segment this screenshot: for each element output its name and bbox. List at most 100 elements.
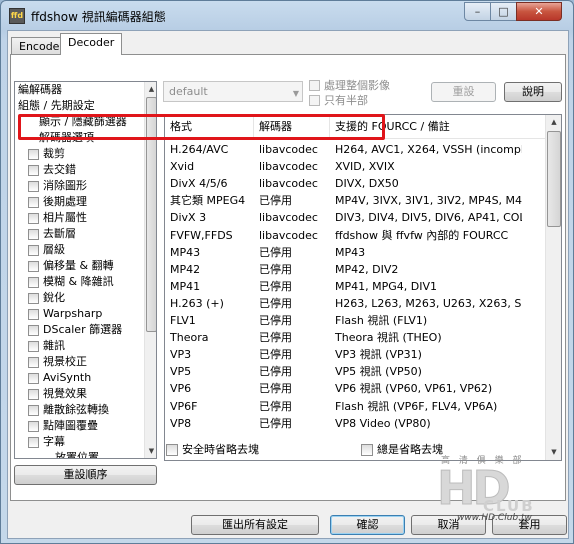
decoder-cell: 已停用 — [259, 365, 292, 379]
tree-item[interactable]: 放置位置 — [15, 450, 144, 458]
table-scroll-up-icon[interactable]: ▲ — [546, 115, 561, 129]
half-only-label: 只有半部 — [324, 94, 368, 107]
decoder-cell: 已停用 — [259, 348, 292, 362]
tree-item[interactable]: 模糊 & 降雜訊 — [15, 274, 144, 290]
decoder-cell: 已停用 — [259, 382, 292, 396]
table-row[interactable]: VP3 已停用 VP3 視訊 (VP31) — [165, 346, 545, 363]
tree-item[interactable]: DScaler 篩選器 — [15, 322, 144, 338]
fourcc-cell: MP42, DIV2 — [335, 262, 399, 276]
tree-item[interactable]: 離散餘弦轉換 — [15, 402, 144, 418]
maximize-button[interactable]: □ — [490, 2, 517, 21]
table-scrollbar[interactable]: ▲ ▼ — [545, 115, 561, 460]
fourcc-cell: VP8 Video (VP80) — [335, 416, 431, 430]
tree-item-checkbox[interactable] — [28, 277, 39, 288]
table-row[interactable]: MP41 已停用 MP41, MPG4, DIV1 — [165, 278, 545, 295]
format-cell: 其它類 MPEG4 — [170, 194, 246, 208]
table-row[interactable]: MP42 已停用 MP42, DIV2 — [165, 261, 545, 278]
decoder-cell: 已停用 — [259, 194, 292, 208]
tree-item[interactable]: 消除圖形 — [15, 178, 144, 194]
chevron-down-icon: ▼ — [292, 89, 299, 98]
tree-item[interactable]: 點陣圖覆疊 — [15, 418, 144, 434]
table-row[interactable]: VP6F 已停用 Flash 視訊 (VP6F, FLV4, VP6A) — [165, 398, 545, 415]
format-cell: FVFW,FFDS — [170, 228, 233, 242]
tree-item[interactable]: 去交錯 — [15, 162, 144, 178]
table-row[interactable]: H.264/AVC libavcodec H264, AVC1, X264, VSS… — [165, 141, 545, 158]
tree-item-checkbox[interactable] — [28, 357, 39, 368]
half-only-checkbox[interactable] — [309, 95, 320, 106]
table-row[interactable]: VP6 已停用 VP6 視訊 (VP60, VP61, VP62) — [165, 380, 545, 397]
scroll-up-icon[interactable]: ▲ — [145, 82, 156, 96]
tree-item[interactable]: Warpsharp — [15, 306, 144, 322]
tree-item-checkbox[interactable] — [28, 165, 39, 176]
tree-item[interactable]: 雜訊 — [15, 338, 144, 354]
fourcc-cell: XVID, XVIX — [335, 160, 395, 174]
close-button[interactable]: ✕ — [516, 2, 562, 21]
skip-deblock-safe-checkbox[interactable] — [166, 444, 178, 456]
table-row[interactable]: 其它類 MPEG4 已停用 MP4V, 3IVX, 3IV1, 3IV2, MP4S… — [165, 192, 545, 209]
process-whole-image-checkbox[interactable] — [309, 80, 320, 91]
always-skip-deblock-checkbox[interactable] — [361, 444, 373, 456]
table-row[interactable]: MP43 已停用 MP43 — [165, 244, 545, 261]
tab-decoder[interactable]: Decoder — [60, 33, 123, 55]
table-row[interactable]: FLV1 已停用 Flash 視訊 (FLV1) — [165, 312, 545, 329]
tree-item-label: 層級 — [43, 243, 65, 256]
tree-item-checkbox[interactable] — [28, 197, 39, 208]
tree-item-checkbox[interactable] — [28, 245, 39, 256]
tree-item-checkbox[interactable] — [28, 261, 39, 272]
ok-button[interactable]: 確認 — [330, 515, 405, 535]
tree-item[interactable]: 編解碼器 — [15, 82, 144, 98]
tree-item[interactable]: 銳化 — [15, 290, 144, 306]
tree-item[interactable]: 字幕 — [15, 434, 144, 450]
export-settings-button[interactable]: 匯出所有設定 — [191, 515, 319, 535]
tree-item-label: AviSynth — [43, 371, 92, 384]
tree-item[interactable]: 視覺效果 — [15, 386, 144, 402]
tree-item-checkbox[interactable] — [28, 149, 39, 160]
tree-item-checkbox[interactable] — [28, 181, 39, 192]
tree-item[interactable]: 視景校正 — [15, 354, 144, 370]
tree-item[interactable]: 組態 / 先期設定 — [15, 98, 144, 114]
minimize-button[interactable]: – — [464, 2, 491, 21]
table-row[interactable]: H.263 (+) 已停用 H263, L263, M263, U263, X263… — [165, 295, 545, 312]
title-bar[interactable]: ffd ffdshow 視訊編碼器組態 – □ ✕ — [1, 1, 573, 29]
tree-item-checkbox[interactable] — [28, 229, 39, 240]
tree-item[interactable]: 相片屬性 — [15, 210, 144, 226]
tree-item-checkbox[interactable] — [28, 389, 39, 400]
tree-item-checkbox[interactable] — [28, 437, 39, 448]
decoder-cell: 已停用 — [259, 245, 292, 259]
codec-table[interactable]: 格式 解碼器 支援的 FOURCC / 備註 H.264/AVC libavcod… — [164, 114, 562, 461]
table-row[interactable]: FVFW,FFDS libavcodec ffdshow 與 ffvfw 內部的 F… — [165, 227, 545, 244]
scroll-down-icon[interactable]: ▼ — [145, 444, 156, 458]
format-cell: VP6 — [170, 382, 192, 396]
decoder-cell: libavcodec — [259, 177, 318, 191]
tree-item-checkbox[interactable] — [28, 309, 39, 320]
tree-item-checkbox[interactable] — [28, 405, 39, 416]
tree-item[interactable]: 去斷層 — [15, 226, 144, 242]
tree-item[interactable]: 裁剪 — [15, 146, 144, 162]
format-cell: MP42 — [170, 262, 201, 276]
tree-item-label: 編解碼器 — [18, 83, 62, 96]
help-button[interactable]: 說明 — [504, 82, 562, 102]
reset-button[interactable]: 重設 — [431, 82, 496, 102]
reset-order-button[interactable]: 重設順序 — [14, 465, 157, 485]
tree-item-checkbox[interactable] — [28, 421, 39, 432]
table-row[interactable]: VP8 已停用 VP8 Video (VP80) — [165, 415, 545, 432]
tree-item-checkbox[interactable] — [28, 341, 39, 352]
table-row[interactable]: DivX 4/5/6 libavcodec DIVX, DX50 — [165, 175, 545, 192]
tree-item-checkbox[interactable] — [28, 325, 39, 336]
tree-item[interactable]: AviSynth — [15, 370, 144, 386]
tree-item-label: 後期處理 — [43, 195, 87, 208]
table-row[interactable]: Xvid libavcodec XVID, XVIX — [165, 158, 545, 175]
fourcc-cell: MP41, MPG4, DIV1 — [335, 279, 437, 293]
tree-item-checkbox[interactable] — [28, 373, 39, 384]
tree-item[interactable]: 偏移量 & 翻轉 — [15, 258, 144, 274]
tree-item[interactable]: 層級 — [15, 242, 144, 258]
table-row[interactable]: VP5 已停用 VP5 視訊 (VP50) — [165, 363, 545, 380]
tree-item-checkbox[interactable] — [28, 213, 39, 224]
table-row[interactable]: DivX 3 libavcodec DIV3, DIV4, DIV5, DIV6, … — [165, 209, 545, 226]
tree-item-label: 銳化 — [43, 291, 65, 304]
tree-item[interactable]: 後期處理 — [15, 194, 144, 210]
preset-dropdown[interactable]: default ▼ — [163, 81, 303, 102]
tree-item-checkbox[interactable] — [28, 293, 39, 304]
table-row[interactable]: Theora 已停用 Theora 視訊 (THEO) — [165, 329, 545, 346]
table-scroll-thumb[interactable] — [547, 131, 561, 227]
